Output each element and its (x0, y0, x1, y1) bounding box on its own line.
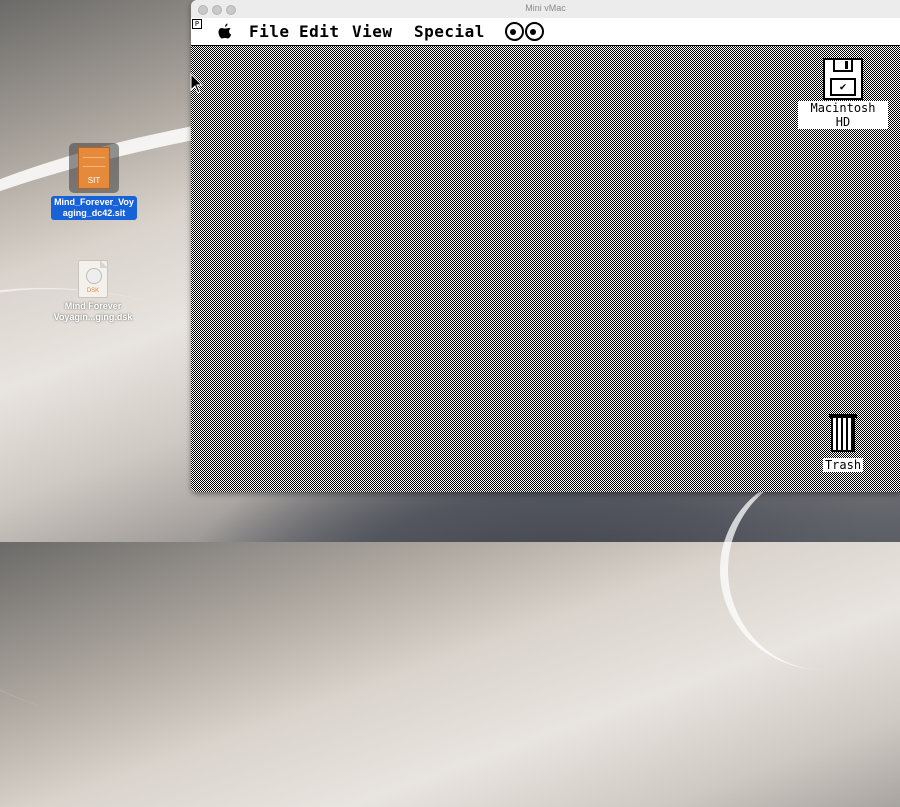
window-title: Mini vMac (525, 3, 566, 13)
macintosh-hd-icon[interactable]: ✔ Macintosh HD (798, 58, 888, 130)
mouse-cursor-icon (190, 73, 204, 94)
trash-icon-container[interactable]: Trash (818, 412, 868, 473)
window-titlebar[interactable]: Mini vMac (191, 0, 900, 19)
dsk-badge: DSK (86, 288, 100, 294)
trash-label: Trash (822, 458, 864, 472)
eyes-desk-accessory[interactable] (505, 22, 545, 42)
disk-label: Macintosh HD (798, 101, 888, 129)
disk-badge: ✔ (830, 78, 856, 96)
emulator-screen[interactable]: P File Edit View Special ✔ Macintosh HD (191, 18, 900, 492)
sit-badge: SIT (87, 176, 101, 185)
menu-edit[interactable]: Edit (299, 22, 340, 41)
eye-icon (505, 22, 524, 41)
menu-file[interactable]: File (249, 22, 290, 41)
floppy-disk-icon: ✔ (823, 58, 863, 100)
apple-icon[interactable] (218, 23, 232, 39)
wallpaper-swoosh (720, 470, 900, 670)
dsk-file-icon: DSK (78, 260, 108, 298)
menu-special[interactable]: Special (414, 22, 485, 41)
file-name-label: Mind Forever Voyagin...ging.dsk (53, 301, 133, 322)
classic-menubar: P File Edit View Special (191, 18, 900, 46)
minivmac-window[interactable]: Mini vMac P File Edit View Special ✔ Mac… (191, 0, 900, 492)
trash-icon (828, 412, 858, 452)
file-name-label: Mind_Forever_Voy aging_dc42.sit (51, 196, 137, 220)
desktop-file-sit[interactable]: SIT Mind_Forever_Voy aging_dc42.sit (49, 143, 139, 220)
menu-view[interactable]: View (352, 22, 393, 41)
emulator-corner-mark: P (192, 19, 202, 29)
eye-icon (525, 22, 544, 41)
sit-file-icon: SIT (69, 143, 119, 193)
desktop-file-dsk[interactable]: DSK Mind Forever Voyagin...ging.dsk (48, 260, 138, 323)
